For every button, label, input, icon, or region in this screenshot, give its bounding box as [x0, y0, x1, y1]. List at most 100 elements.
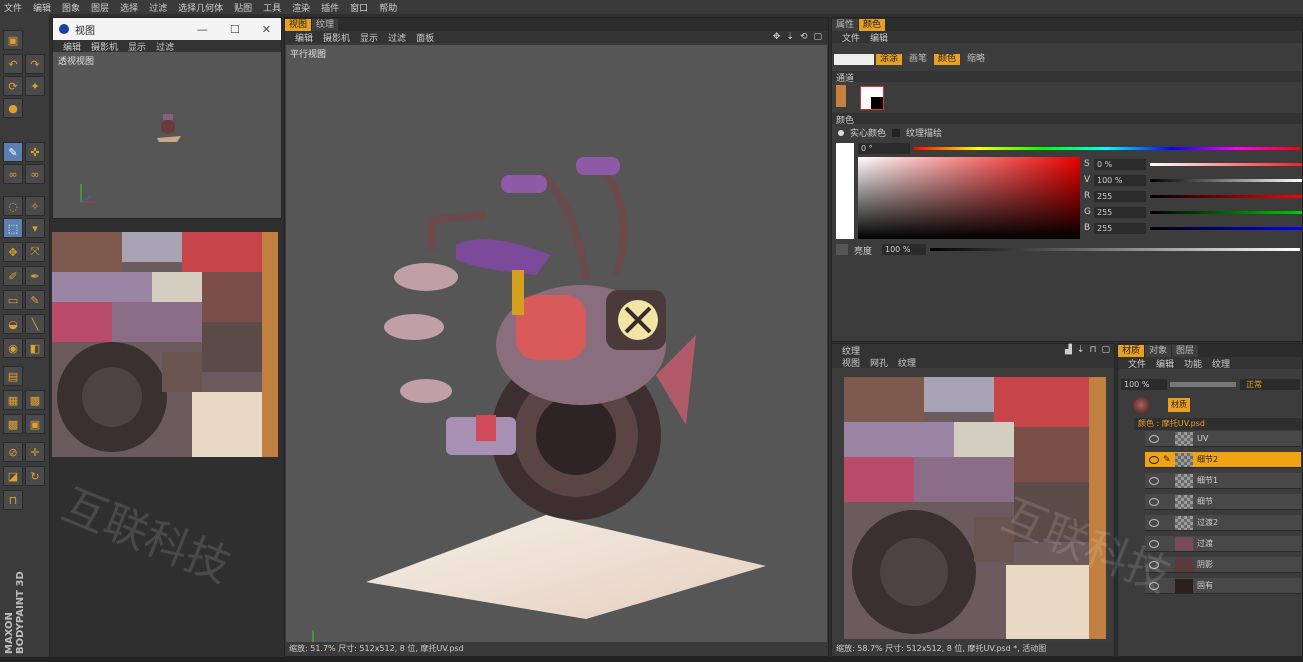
brightness-slider[interactable]	[930, 248, 1300, 251]
material-sphere-icon[interactable]	[1132, 396, 1150, 414]
refresh-icon[interactable]: ⟳	[3, 76, 23, 96]
snap-icon[interactable]: ◪	[3, 466, 23, 486]
checker-small-icon[interactable]: ▩	[3, 414, 23, 434]
brush-lock-icon[interactable]: ✎	[1163, 455, 1171, 465]
rotate-icon[interactable]: ↻	[25, 466, 45, 486]
parallel-viewport[interactable]: 平行视图	[286, 45, 827, 642]
mv-menu-display[interactable]: 显示	[360, 31, 378, 44]
field-s[interactable]: 0 %	[1094, 159, 1146, 170]
fill-select-icon[interactable]: ▾	[25, 218, 45, 238]
lay-menu-edit[interactable]: 编辑	[1156, 357, 1174, 370]
frame-icon[interactable]: ▣	[25, 414, 45, 434]
lay-menu-texture[interactable]: 纹理	[1212, 357, 1230, 370]
lay-menu-file[interactable]: 文件	[1128, 357, 1146, 370]
layer-row[interactable]: 细节	[1145, 494, 1301, 510]
redo-icon[interactable]: ↷	[25, 54, 45, 74]
slider-r[interactable]	[1150, 195, 1302, 198]
layer-tool-icon[interactable]: ▤	[3, 366, 23, 386]
texture-histogram-icon[interactable]: ▟	[1065, 345, 1072, 355]
eye-icon[interactable]	[1149, 434, 1159, 443]
grid-tool-icon[interactable]: ▦	[3, 390, 23, 410]
active-color-swatch[interactable]	[860, 86, 884, 110]
axis-icon[interactable]: ✛	[25, 442, 45, 462]
mv-menu-filter[interactable]: 过滤	[388, 31, 406, 44]
menu-help[interactable]: 帮助	[379, 1, 397, 14]
menu-filter[interactable]: 过滤	[149, 1, 167, 14]
fv-menu-camera[interactable]: 摄影机	[91, 40, 118, 53]
channel-icons[interactable]	[836, 85, 846, 107]
radio-texture-label[interactable]: 纹理描绘	[906, 126, 942, 139]
slider-v[interactable]	[1150, 179, 1302, 182]
mode-tab-brush[interactable]: 画笔	[905, 54, 932, 65]
paint-brush-icon[interactable]: ✒	[25, 266, 45, 286]
mv-menu-edit[interactable]: 编辑	[295, 31, 313, 44]
brush-preset-dropdown[interactable]	[834, 54, 874, 65]
fv-menu-filter[interactable]: 过滤	[156, 40, 174, 53]
chain-icon[interactable]: ∞	[25, 164, 45, 184]
lay-menu-function[interactable]: 功能	[1184, 357, 1202, 370]
field-v[interactable]: 100 %	[1094, 175, 1146, 186]
brightness-toggle[interactable]	[836, 244, 848, 255]
checker-icon[interactable]: ▩	[25, 390, 45, 410]
menu-map[interactable]: 贴图	[234, 1, 252, 14]
move-view-icon[interactable]: ✥	[773, 32, 781, 42]
hue-slider[interactable]	[914, 147, 1300, 150]
menu-select[interactable]: 选择	[120, 1, 138, 14]
minimize-icon[interactable]: —	[197, 23, 208, 36]
menu-image[interactable]: 图象	[62, 1, 80, 14]
mv-menu-camera[interactable]: 摄影机	[323, 31, 350, 44]
attr-menu-edit[interactable]: 编辑	[870, 31, 888, 44]
layer-row[interactable]: 细节1	[1145, 473, 1301, 489]
attr-menu-file[interactable]: 文件	[842, 31, 860, 44]
projection-icon[interactable]: ✜	[25, 142, 45, 162]
material-label[interactable]: 材质	[1168, 398, 1190, 412]
texture-zoom-icon[interactable]: ⇣	[1077, 345, 1085, 355]
radio-texture-box[interactable]	[892, 128, 901, 137]
brush-icon[interactable]: ✎	[3, 142, 23, 162]
eye-icon[interactable]	[1149, 476, 1159, 485]
close-icon[interactable]: ✕	[262, 23, 271, 36]
menu-render[interactable]: 渲染	[292, 1, 310, 14]
paint-setup-icon[interactable]: ✦	[25, 76, 45, 96]
field-g[interactable]: 255	[1094, 207, 1146, 218]
maximize-view-icon[interactable]: ▢	[813, 32, 822, 42]
tab-texture[interactable]: 纹理	[312, 19, 339, 31]
layer-row[interactable]: 固有	[1145, 578, 1301, 594]
lock-icon[interactable]: ⊓	[3, 490, 23, 510]
render-sphere-icon[interactable]: ●	[3, 98, 23, 118]
texture-lock-icon[interactable]: ⊓	[1089, 345, 1096, 355]
field-r[interactable]: 255	[1094, 191, 1146, 202]
fg-bg-color-icon[interactable]: ◧	[25, 338, 45, 358]
layer-opacity-slider[interactable]	[1170, 382, 1236, 387]
menu-tools[interactable]: 工具	[263, 1, 281, 14]
menu-select-geometry[interactable]: 选择几何体	[178, 1, 223, 14]
field-b[interactable]: 255	[1094, 223, 1146, 234]
tab-objects[interactable]: 对象	[1145, 345, 1172, 357]
layer-opacity-field[interactable]: 100 %	[1121, 379, 1167, 390]
eye-icon[interactable]	[1149, 518, 1159, 527]
texture-max-icon[interactable]: ▢	[1101, 345, 1110, 355]
channel-path[interactable]: 颜色 : 摩托UV.psd	[1134, 418, 1302, 430]
eye-icon[interactable]	[1149, 455, 1159, 464]
tab-color[interactable]: 颜色	[859, 19, 886, 31]
mode-tab-paint[interactable]: 涂涂	[876, 54, 903, 65]
mode-tab-color[interactable]: 颜色	[934, 54, 961, 65]
tab-materials[interactable]: 材质	[1118, 345, 1145, 357]
rotate-view-icon[interactable]: ⟲	[800, 32, 808, 42]
tab-attributes[interactable]: 属性	[832, 19, 859, 31]
airbrush-icon[interactable]: ✎	[25, 290, 45, 310]
layout-icon[interactable]: ▣	[3, 30, 23, 50]
tab-view[interactable]: 视图	[285, 19, 312, 31]
layer-row[interactable]: UV	[1145, 431, 1301, 447]
layer-row[interactable]: 过渡2	[1145, 515, 1301, 531]
pencil-icon[interactable]: ✐	[3, 266, 23, 286]
fv-menu-display[interactable]: 显示	[128, 40, 146, 53]
tab-layers[interactable]: 图层	[1172, 345, 1199, 357]
saturation-value-picker[interactable]	[858, 157, 1080, 239]
perspective-viewport[interactable]: 透视视图	[53, 52, 281, 218]
eye-icon[interactable]	[1149, 497, 1159, 506]
slider-g[interactable]	[1150, 211, 1302, 214]
eraser-icon[interactable]: ▭	[3, 290, 23, 310]
smudge-icon[interactable]: ╲	[25, 314, 45, 334]
hue-field[interactable]: 0 °	[858, 143, 910, 154]
